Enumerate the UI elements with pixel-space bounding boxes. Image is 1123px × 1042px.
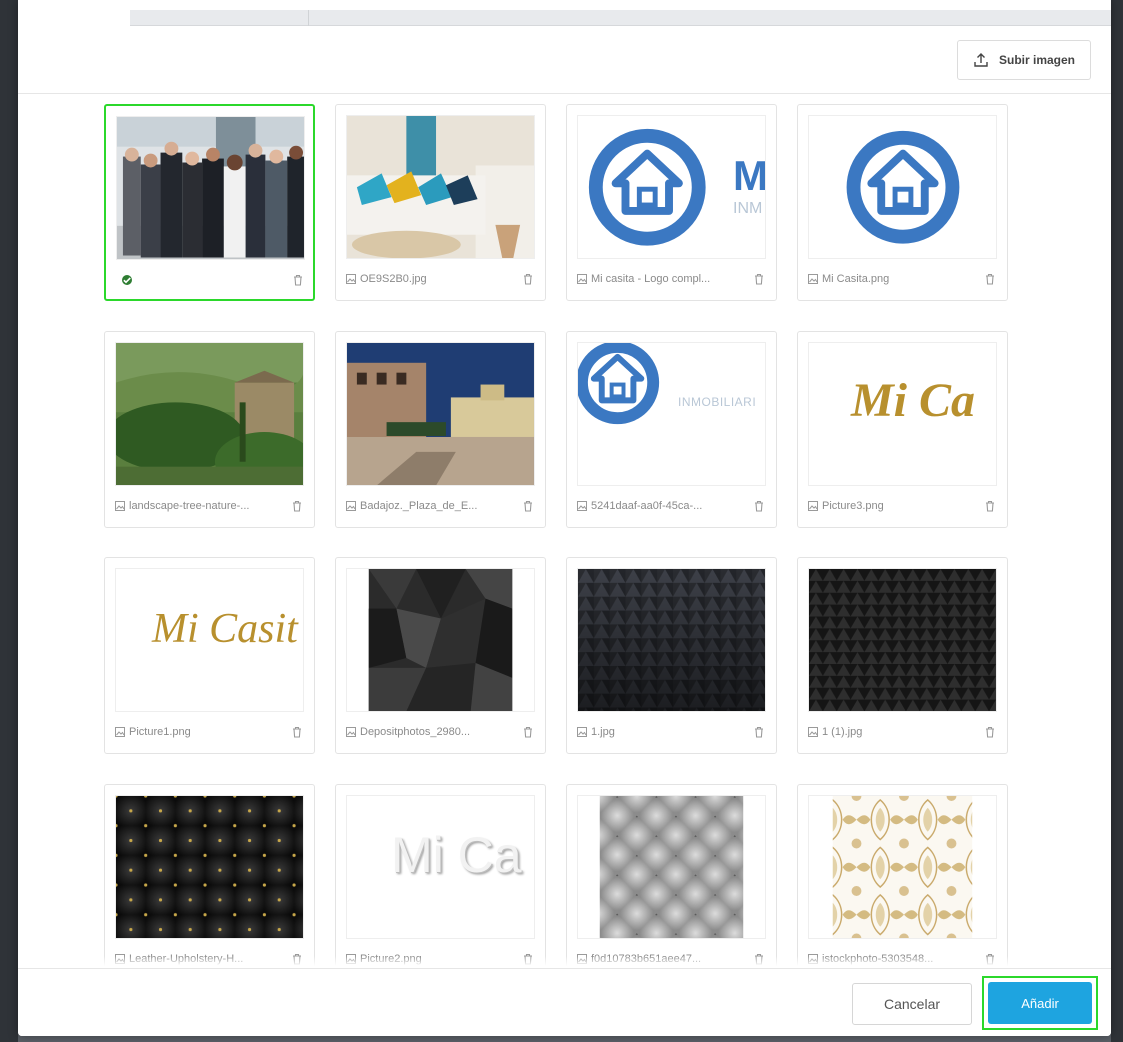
delete-icon[interactable] — [290, 498, 304, 514]
image-filename: Picture3.png — [822, 500, 884, 512]
thumbnail — [346, 568, 535, 712]
thumbnail — [577, 795, 766, 939]
image-filename: 1.jpg — [591, 726, 615, 738]
image-card[interactable] — [104, 104, 315, 301]
thumbnail: INMOBILIARI — [577, 342, 766, 486]
card-footer: Picture3.png — [808, 496, 997, 516]
image-card[interactable]: M INM Mi casita - Logo compl... — [566, 104, 777, 301]
image-card[interactable]: Leather-Upholstery-H... — [104, 784, 315, 966]
modal-header: Subir imagen — [18, 26, 1111, 94]
top-strip — [130, 10, 1111, 26]
image-file-icon — [808, 727, 818, 737]
card-footer — [116, 270, 305, 290]
image-card[interactable]: Badajoz._Plaza_de_E... — [335, 331, 546, 528]
card-footer: 1.jpg — [577, 722, 766, 742]
add-button[interactable]: Añadir — [988, 982, 1092, 1024]
image-file-icon — [577, 274, 587, 284]
thumbnail — [346, 342, 535, 486]
image-file-icon — [577, 501, 587, 511]
delete-icon[interactable] — [983, 271, 997, 287]
inmobiliaria-text: INMOBILIARI — [678, 395, 757, 409]
card-footer: landscape-tree-nature-... — [115, 496, 304, 516]
image-filename: 5241daaf-aa0f-45ca-... — [591, 500, 703, 512]
image-card[interactable]: Depositphotos_2980... — [335, 557, 546, 754]
delete-icon[interactable] — [521, 271, 535, 287]
image-file-icon — [346, 501, 356, 511]
modal-footer: Cancelar Añadir — [18, 968, 1111, 1036]
image-filename: Mi Casita.png — [822, 273, 890, 285]
thumbnail — [808, 115, 997, 259]
cancel-button[interactable]: Cancelar — [852, 983, 972, 1025]
image-file-icon — [346, 274, 356, 284]
thumbnail: M INM — [577, 115, 766, 259]
delete-icon[interactable] — [752, 271, 766, 287]
image-card[interactable]: Mi Ca Picture2.png — [335, 784, 546, 966]
add-button-highlight: Añadir — [982, 976, 1098, 1030]
thumbnail — [116, 116, 305, 260]
thumbnail — [346, 115, 535, 259]
delete-icon[interactable] — [521, 498, 535, 514]
image-file-icon — [115, 501, 125, 511]
image-card[interactable]: 1 (1).jpg — [797, 557, 1008, 754]
image-file-icon — [115, 727, 125, 737]
card-footer: Picture1.png — [115, 722, 304, 742]
upload-icon — [974, 53, 988, 67]
thumbnail — [577, 568, 766, 712]
image-file-icon — [808, 274, 818, 284]
scroll-fade — [104, 956, 1010, 966]
upload-image-button[interactable]: Subir imagen — [957, 40, 1091, 80]
upload-button-label: Subir imagen — [998, 53, 1075, 67]
backdrop-left — [0, 0, 18, 1042]
thumbnail: Mi Ca — [808, 342, 997, 486]
image-filename: OE9S2B0.jpg — [360, 273, 427, 285]
image-card[interactable]: Mi Casit Picture1.png — [104, 557, 315, 754]
delete-icon[interactable] — [752, 724, 766, 740]
image-filename: Depositphotos_2980... — [360, 726, 471, 738]
image-card[interactable]: 1.jpg — [566, 557, 777, 754]
script-text: Mi Ca — [851, 374, 976, 427]
thumbnail — [808, 795, 997, 939]
image-file-icon — [346, 727, 356, 737]
card-footer: Mi casita - Logo compl... — [577, 269, 766, 289]
delete-icon[interactable] — [983, 498, 997, 514]
delete-icon[interactable] — [290, 724, 304, 740]
image-card[interactable]: istockphoto-5303548... — [797, 784, 1008, 966]
thumbnail — [115, 342, 304, 486]
card-footer: Depositphotos_2980... — [346, 722, 535, 742]
backdrop-right — [1111, 0, 1123, 1042]
delete-icon[interactable] — [521, 724, 535, 740]
image-grid: OE9S2B0.jpg M INM Mi casita - Logo compl… — [104, 104, 1010, 966]
logo-letter: M — [733, 152, 766, 199]
script-text: Mi Casit — [152, 606, 298, 652]
card-footer: Mi Casita.png — [808, 269, 997, 289]
card-footer: Badajoz._Plaza_de_E... — [346, 496, 535, 516]
thumbnail: Mi Casit — [115, 568, 304, 712]
image-card[interactable]: f0d10783b651aee47... — [566, 784, 777, 966]
image-filename: Mi casita - Logo compl... — [591, 273, 711, 285]
thumbnail: Mi Ca — [346, 795, 535, 939]
card-footer: OE9S2B0.jpg — [346, 269, 535, 289]
image-card[interactable]: landscape-tree-nature-... — [104, 331, 315, 528]
image-filename: Picture1.png — [129, 726, 191, 738]
image-card[interactable]: INMOBILIARI 5241daaf-aa0f-45ca-... — [566, 331, 777, 528]
image-card[interactable]: Mi Ca Picture3.png — [797, 331, 1008, 528]
image-filename: Badajoz._Plaza_de_E... — [360, 500, 478, 512]
image-card[interactable]: Mi Casita.png — [797, 104, 1008, 301]
logo-subtext: INM — [733, 200, 763, 217]
card-footer: 5241daaf-aa0f-45ca-... — [577, 496, 766, 516]
image-picker-modal: Subir imagen OE9S2B0.jpg M INM Mi casita… — [18, 0, 1111, 1036]
image-filename: landscape-tree-nature-... — [129, 500, 250, 512]
image-file-icon — [808, 501, 818, 511]
delete-icon[interactable] — [983, 724, 997, 740]
selected-check-icon — [122, 275, 132, 285]
thumbnail — [115, 795, 304, 939]
embossed-text: Mi Ca — [391, 827, 522, 883]
image-file-icon — [577, 727, 587, 737]
delete-icon[interactable] — [752, 498, 766, 514]
image-filename: 1 (1).jpg — [822, 726, 863, 738]
card-footer: 1 (1).jpg — [808, 722, 997, 742]
thumbnail — [808, 568, 997, 712]
image-card[interactable]: OE9S2B0.jpg — [335, 104, 546, 301]
delete-icon[interactable] — [291, 272, 305, 288]
